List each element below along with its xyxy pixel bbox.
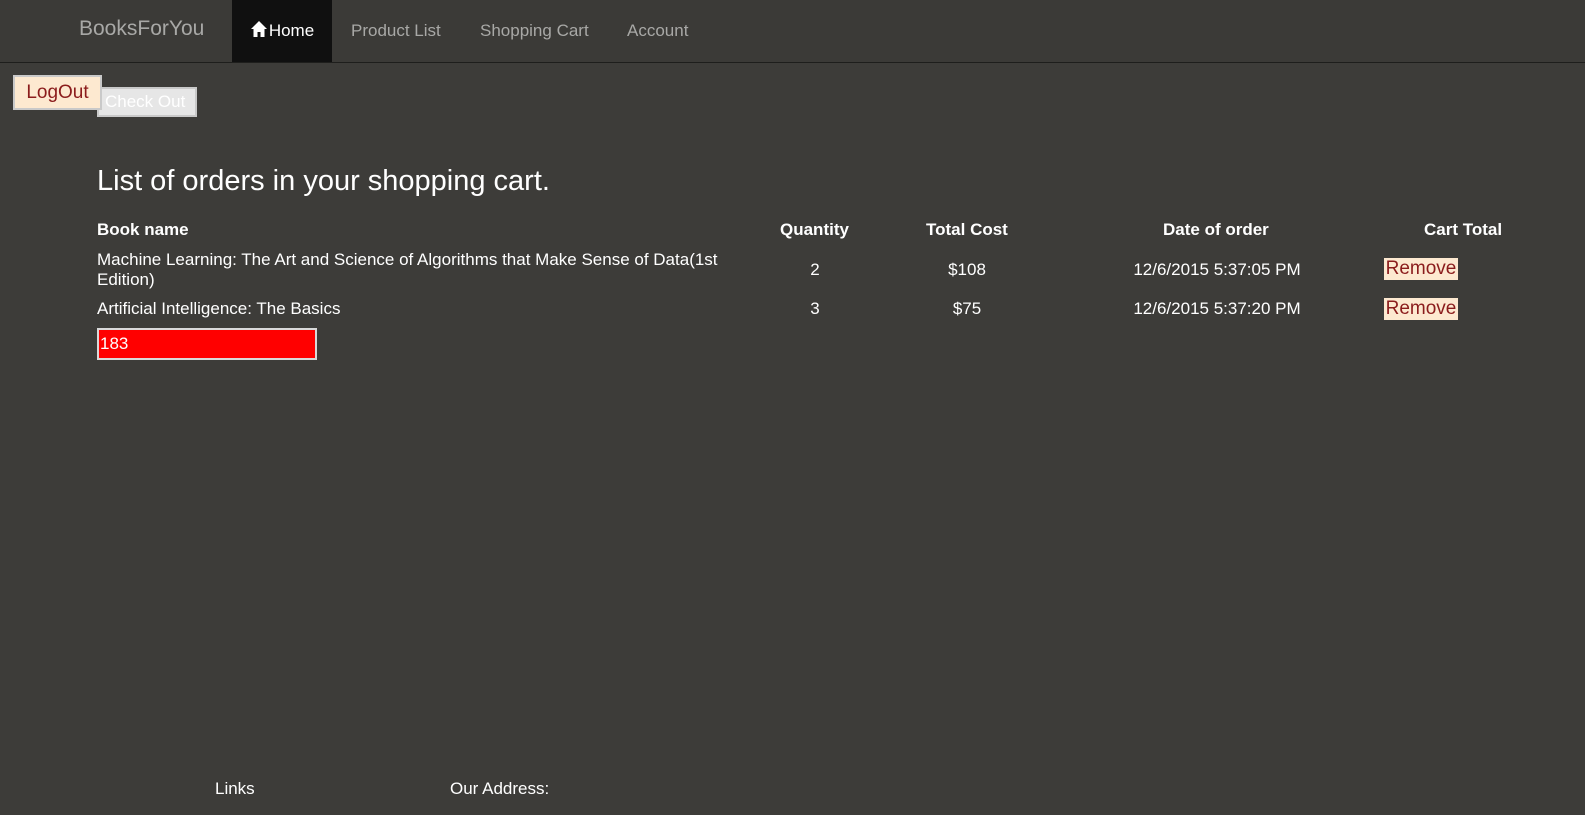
column-header-book-name: Book name [97,220,189,239]
column-header-cart-total: Cart Total [1424,220,1503,239]
cell-total-cost: $108 [948,260,986,279]
cell-total-cost: $75 [952,299,982,318]
nav-item-home-label: Home [268,21,315,40]
cell-book-name: Machine Learning: The Art and Science of… [97,250,718,289]
cell-book-name: Artificial Intelligence: The Basics [97,299,341,318]
page-title: List of orders in your shopping cart. [97,165,550,197]
nav-item-account[interactable]: Account [627,0,688,62]
column-header-quantity: Quantity [780,220,849,239]
remove-button[interactable]: Remove [1384,298,1458,320]
cart-total-field: 183 [97,328,317,360]
footer-address-heading: Our Address: [450,779,550,798]
logout-button[interactable]: LogOut [13,75,102,110]
nav-item-home[interactable]: Home [232,0,332,62]
cell-date-of-order: 12/6/2015 5:37:20 PM [1133,299,1301,318]
footer-links-heading: Links [215,779,255,798]
nav-item-shopping-cart[interactable]: Shopping Cart [480,0,589,62]
checkout-button[interactable]: Check Out [97,87,197,117]
home-icon [250,2,268,64]
cell-date-of-order: 12/6/2015 5:37:05 PM [1133,260,1301,279]
brand-link[interactable]: BooksForYou [79,17,204,41]
top-navbar: BooksForYou Home Product List Shopping C… [0,0,1585,63]
column-header-date-of-order: Date of order [1163,220,1269,239]
cell-quantity: 3 [810,299,820,318]
cell-quantity: 2 [810,260,820,279]
nav-item-product-list[interactable]: Product List [351,0,441,62]
column-header-total-cost: Total Cost [926,220,1008,239]
remove-button[interactable]: Remove [1384,258,1458,280]
